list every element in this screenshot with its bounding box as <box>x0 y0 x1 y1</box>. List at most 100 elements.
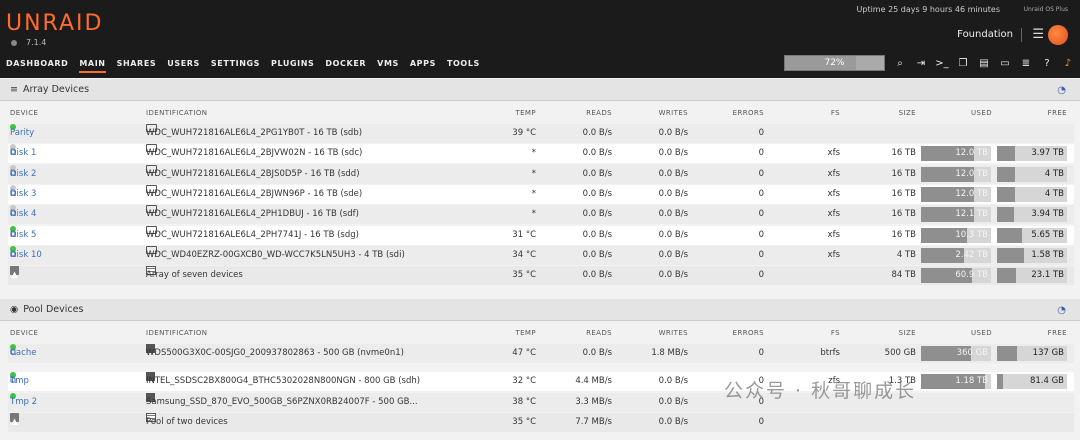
errors-cell: 0 <box>758 128 764 138</box>
fs-cell: btrfs <box>820 348 840 358</box>
size-cell: 16 TB <box>891 229 916 240</box>
search-icon[interactable]: ⌕ <box>893 58 907 70</box>
nav-tools[interactable]: TOOLS <box>447 59 480 73</box>
free-space-bar: 5.65 TB <box>997 227 1067 243</box>
logout-icon[interactable]: ⇥ <box>914 58 928 70</box>
device-name-link[interactable]: Disk 5 <box>10 226 36 245</box>
pool-table-header: DEVICE IDENTIFICATION TEMP READS WRITES ERROR… <box>0 323 1080 343</box>
free-value: 5.65 TB <box>1031 229 1064 240</box>
used-space-bar: 360 GB <box>921 346 991 361</box>
device-row[interactable]: ⧉ Disk 5 WDC_WUH721816ALE6L4_2PH7741J - 16… <box>8 225 1074 245</box>
usage-percent: 72% <box>824 58 845 68</box>
column-header-identification: IDENTIFICATION <box>146 109 208 117</box>
fs-cell: xfs <box>827 209 840 220</box>
size-cell: 4 TB <box>896 249 916 260</box>
free-fill <box>997 346 1017 361</box>
total-row: ▼▲Pool of two devices35 °C7.7 MB/s0.0 B/… <box>8 412 1074 432</box>
device-row[interactable]: ⧉ Disk 4 WDC_WUH721816ALE6L4_2PH1DBUJ - 16… <box>8 205 1074 225</box>
pool-icon: ◉ <box>10 304 19 315</box>
device-row[interactable]: ⧉ Cache WDS500G3X0C-00SJG0_200937802863 - … <box>8 344 1074 363</box>
device-name-link[interactable]: Parity <box>10 124 34 143</box>
header-divider <box>1021 28 1022 42</box>
unraid-logo[interactable]: UNRAID <box>6 11 103 36</box>
free-value: 137 GB <box>1032 348 1064 358</box>
nav-users[interactable]: USERS <box>167 59 200 73</box>
reads-cell: 0.0 B/s <box>582 128 612 138</box>
device-name-link[interactable]: Tmp 2 <box>10 393 37 412</box>
free-value: 3.97 TB <box>1031 148 1064 159</box>
reads-cell: 3.3 MB/s <box>575 396 612 407</box>
dashboard-gauge-icon[interactable]: ◔ <box>1057 85 1066 96</box>
temp-cell: 35 °C <box>512 270 536 281</box>
identification-text: WDC_WUH721816ALE6L4_2BJWN96P - 16 TB (sd… <box>146 188 363 199</box>
errors-cell: 0 <box>758 209 764 220</box>
summary-text: Pool of two devices <box>146 416 228 427</box>
feedback-icon[interactable]: ▤ <box>977 58 991 70</box>
nav-settings[interactable]: SETTINGS <box>211 59 260 73</box>
writes-cell: 0.0 B/s <box>658 188 688 199</box>
main-nav: DASHBOARD MAIN SHARES USERS SETTINGS PLUGINS D… <box>6 59 491 73</box>
free-space-bar: 1.58 TB <box>997 247 1067 263</box>
nav-main[interactable]: MAIN <box>79 59 106 73</box>
device-name-link[interactable]: Disk 4 <box>10 205 36 224</box>
size-cell: 500 GB <box>884 348 916 358</box>
terminal-icon[interactable]: >_ <box>935 58 949 70</box>
nav-dashboard[interactable]: DASHBOARD <box>6 59 68 73</box>
section-title: Pool Devices <box>23 304 84 315</box>
used-value: 10.3 TB <box>955 229 988 240</box>
identification-text: WDC_WUH721816ALE6L4_2BJVW02N - 16 TB (sd… <box>146 148 363 159</box>
monitor-icon[interactable]: ▭ <box>998 58 1012 70</box>
nav-vms[interactable]: VMS <box>377 59 399 73</box>
dashboard-gauge-icon[interactable]: ◔ <box>1057 305 1066 316</box>
array-usage-bar: 72% <box>784 55 885 71</box>
nav-shares[interactable]: SHARES <box>117 59 157 73</box>
summary-text: Array of seven devices <box>146 270 243 281</box>
free-fill <box>997 247 1025 263</box>
version-label: 7.1.4 <box>11 38 46 47</box>
copy-icon[interactable]: ❐ <box>956 58 970 70</box>
column-header-errors: ERRORS <box>732 329 764 337</box>
used-value: 360 GB <box>956 348 988 358</box>
toolbar-icons: ⌕ ⇥ >_ ❐ ▤ ▭ ≣ ? ♪ <box>893 58 1075 70</box>
free-value: 4 TB <box>1044 188 1064 199</box>
uptime-text: Uptime 25 days 9 hours 46 minutes <box>856 5 1000 14</box>
hamburger-menu-icon[interactable]: ☰ <box>1032 27 1044 42</box>
collapse-up-icon[interactable]: ▲ <box>10 412 19 427</box>
device-name-link[interactable]: Cache <box>10 344 36 363</box>
writes-cell: 0.0 B/s <box>658 128 688 138</box>
account-avatar[interactable] <box>1048 25 1068 45</box>
fs-cell: xfs <box>827 168 840 179</box>
collapse-up-icon[interactable]: ▲ <box>10 266 19 280</box>
status-dot-icon <box>11 39 17 46</box>
fs-cell: xfs <box>827 188 840 199</box>
device-row[interactable]: Parity WDC_WUH721816ALE6L4_2PG1YB0T - 16 … <box>8 124 1074 143</box>
nav-docker[interactable]: DOCKER <box>325 59 366 73</box>
device-row[interactable]: ⧉ Disk 1 WDC_WUH721816ALE6L4_2BJVW02N - 16… <box>8 144 1074 164</box>
top-bar: UNRAID 7.1.4 Uptime 25 days 9 hours 46 m… <box>0 0 1080 78</box>
device-name-link[interactable]: Disk 10 <box>10 246 42 265</box>
used-space-bar: 60.9 TB <box>921 268 991 284</box>
free-space-bar: 23.1 TB <box>997 268 1067 284</box>
log-icon[interactable]: ≣ <box>1019 58 1033 70</box>
reads-cell: 0.0 B/s <box>582 209 612 220</box>
device-row[interactable]: ⧉ Disk 2 WDC_WUH721816ALE6L4_2BJS0D5P - 16… <box>8 164 1074 184</box>
device-row[interactable]: ⧉ Disk 3 WDC_WUH721816ALE6L4_2BJWN96P - 16… <box>8 184 1074 204</box>
device-name-link[interactable]: Disk 2 <box>10 165 36 184</box>
free-value: 23.1 TB <box>1031 270 1064 281</box>
help-icon[interactable]: ? <box>1040 58 1054 70</box>
identification-text: WDS500G3X0C-00SJG0_200937802863 - 500 GB… <box>146 348 404 358</box>
device-name-link[interactable]: Tmp <box>10 372 29 391</box>
free-fill <box>997 227 1022 243</box>
reads-cell: 7.7 MB/s <box>575 416 612 427</box>
reads-cell: 0.0 B/s <box>582 188 612 199</box>
bell-icon[interactable]: ♪ <box>1061 58 1075 70</box>
identification-text: WDC_WD40EZRZ-00GXCB0_WD-WCC7K5LN5UH3 - 4… <box>146 249 405 260</box>
device-name-link[interactable]: Disk 3 <box>10 185 36 204</box>
nav-apps[interactable]: APPS <box>410 59 436 73</box>
used-space-bar: 12.0 TB <box>921 186 991 202</box>
used-value: 2.42 TB <box>955 249 988 260</box>
writes-cell: 1.8 MB/s <box>651 348 688 358</box>
device-row[interactable]: ⧉ Disk 10 WDC_WD40EZRZ-00GXCB0_WD-WCC7K5LN… <box>8 245 1074 265</box>
nav-plugins[interactable]: PLUGINS <box>271 59 314 73</box>
device-name-link[interactable]: Disk 1 <box>10 144 36 163</box>
